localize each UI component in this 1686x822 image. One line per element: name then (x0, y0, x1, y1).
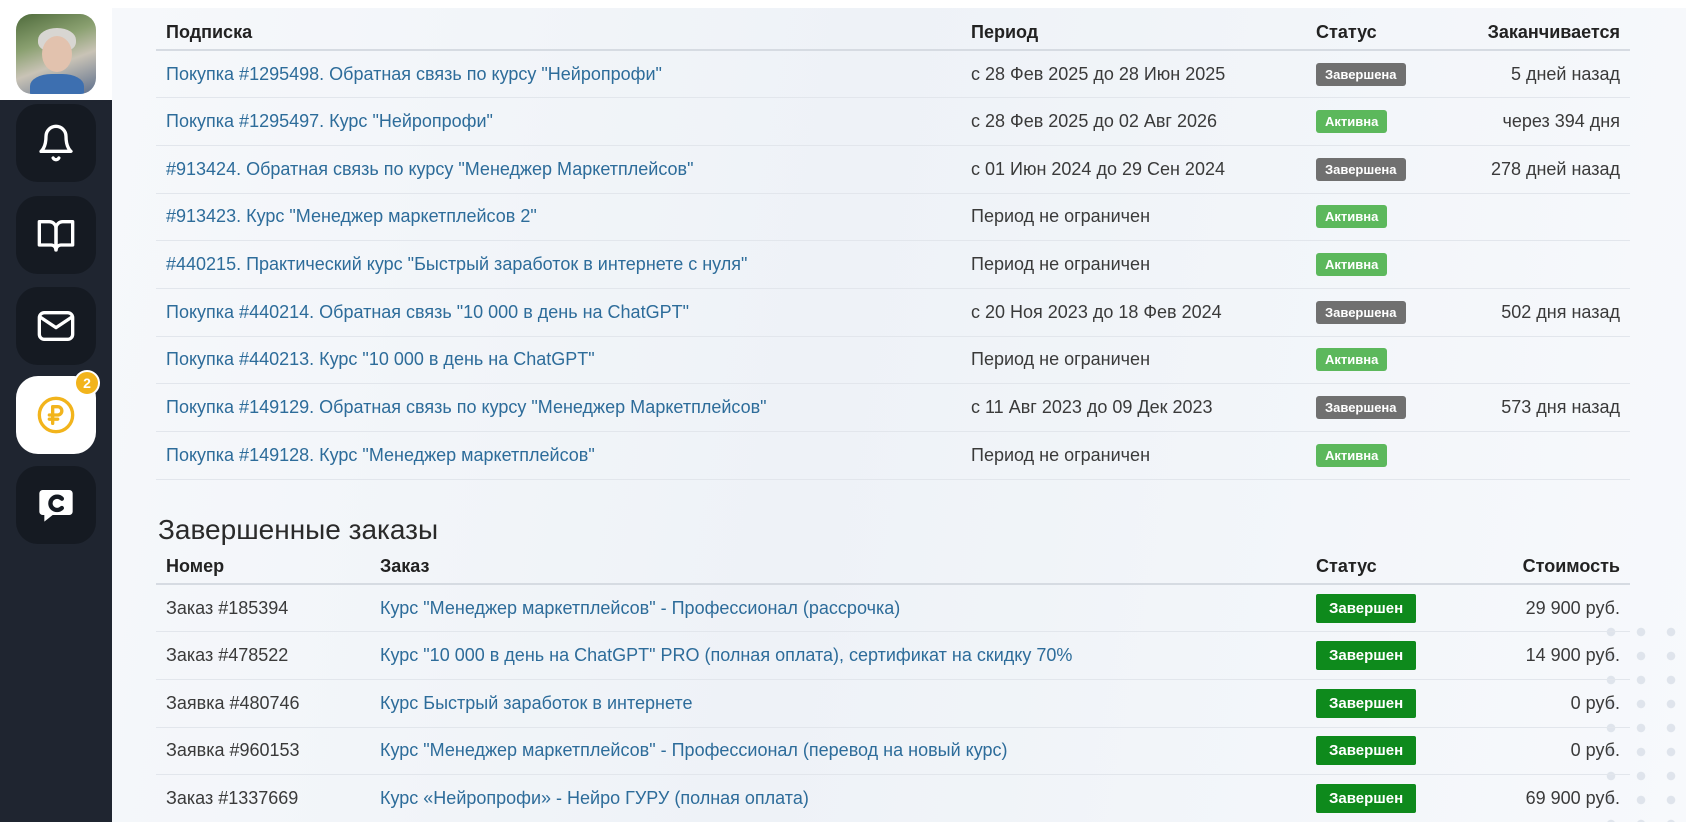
subscription-period: Период не ограничен (961, 336, 1306, 385)
table-row: Заявка #960153 Курс "Менеджер маркетплей… (156, 727, 1630, 776)
completed-orders-title: Завершенные заказы (158, 514, 439, 545)
order-number: Заявка #960153 (156, 727, 370, 776)
subscription-link[interactable]: Покупка #440214. Обратная связь "10 000 … (166, 302, 689, 322)
order-number: Заказ #1337669 (156, 774, 370, 822)
order-link[interactable]: Курс Быстрый заработок в интернете (380, 693, 692, 713)
subscription-period: с 28 Фев 2025 до 02 Авг 2026 (961, 97, 1306, 146)
order-number: Заказ #478522 (156, 631, 370, 680)
bell-icon (39, 124, 73, 162)
ruble-icon (37, 396, 75, 434)
table-row: #913423. Курс "Менеджер маркетплейсов 2"… (156, 193, 1630, 242)
column-header-order: Заказ (370, 550, 1306, 585)
subscription-ends: через 394 дня (1461, 97, 1630, 146)
status-badge: Активна (1316, 205, 1388, 229)
table-row: Покупка #440213. Курс "10 000 в день на … (156, 336, 1630, 385)
main-content: Подписка Период Статус Заканчивается Пок… (112, 0, 1686, 822)
order-link[interactable]: Курс "Менеджер маркетплейсов" - Професси… (380, 598, 900, 618)
sidebar: 2 (0, 0, 112, 822)
subscription-link[interactable]: #913423. Курс "Менеджер маркетплейсов 2" (166, 206, 537, 226)
table-row: Покупка #440214. Обратная связь "10 000 … (156, 288, 1630, 337)
status-badge: Завершена (1316, 157, 1406, 181)
subscription-ends: 5 дней назад (1461, 50, 1630, 99)
table-row: Покупка #1295497. Курс "Нейропрофи" с 28… (156, 97, 1630, 146)
sidebar-item-chat[interactable] (16, 466, 96, 544)
subscription-period: Период не ограничен (961, 240, 1306, 289)
table-header-row: Номер Заказ Статус Стоимость (156, 550, 1630, 585)
subscription-ends (1461, 336, 1630, 385)
status-badge: Завершена (1316, 300, 1406, 324)
order-cost: 0 руб. (1461, 727, 1630, 776)
subscription-ends (1461, 240, 1630, 289)
table-row: Заказ #185394 Курс "Менеджер маркетплейс… (156, 584, 1630, 633)
column-header-status: Статус (1306, 550, 1461, 585)
chat-logo-icon (39, 490, 73, 522)
column-header-cost: Стоимость (1461, 550, 1630, 585)
sidebar-item-notifications[interactable] (16, 104, 96, 182)
sidebar-item-courses[interactable] (16, 196, 96, 274)
table-row: Покупка #149128. Курс "Менеджер маркетпл… (156, 431, 1630, 480)
order-cost: 29 900 руб. (1461, 584, 1630, 633)
column-header-period: Период (961, 16, 1306, 51)
subscription-ends: 502 дня назад (1461, 288, 1630, 337)
status-badge: Завершен (1316, 593, 1417, 623)
order-link[interactable]: Курс «Нейропрофи» - Нейро ГУРУ (полная о… (380, 788, 809, 808)
subscription-link[interactable]: Покупка #149129. Обратная связь по курсу… (166, 397, 767, 417)
status-badge: Активна (1316, 348, 1388, 372)
table-row: Покупка #1295498. Обратная связь по курс… (156, 50, 1630, 99)
book-icon (37, 220, 75, 252)
table-row: Заказ #478522 Курс "10 000 в день на Cha… (156, 631, 1630, 680)
subscription-ends (1461, 431, 1630, 480)
subscription-period: Период не ограничен (961, 431, 1306, 480)
subscription-link[interactable]: Покупка #1295497. Курс "Нейропрофи" (166, 111, 493, 131)
order-cost: 0 руб. (1461, 679, 1630, 728)
column-header-subscription: Подписка (156, 16, 961, 51)
subscription-link[interactable]: #440215. Практический курс "Быстрый зара… (166, 254, 747, 274)
status-badge: Завершен (1316, 641, 1417, 671)
subscription-link[interactable]: Покупка #1295498. Обратная связь по курс… (166, 64, 662, 84)
status-badge: Завершена (1316, 396, 1406, 420)
subscription-period: с 28 Фев 2025 до 28 Июн 2025 (961, 50, 1306, 99)
status-badge: Активна (1316, 110, 1388, 134)
status-badge: Завершена (1316, 62, 1406, 86)
subscription-period: с 20 Ноя 2023 до 18 Фев 2024 (961, 288, 1306, 337)
subscription-ends (1461, 193, 1630, 242)
table-row: Покупка #149129. Обратная связь по курсу… (156, 383, 1630, 432)
subscription-period: с 01 Июн 2024 до 29 Сен 2024 (961, 145, 1306, 194)
column-header-status: Статус (1306, 16, 1461, 51)
status-badge: Активна (1316, 443, 1388, 467)
table-row: Заявка #480746 Курс Быстрый заработок в … (156, 679, 1630, 728)
status-badge: Активна (1316, 253, 1388, 277)
status-badge: Завершен (1316, 736, 1417, 766)
order-cost: 69 900 руб. (1461, 774, 1630, 822)
order-link[interactable]: Курс "Менеджер маркетплейсов" - Професси… (380, 740, 1008, 760)
table-header-row: Подписка Период Статус Заканчивается (156, 16, 1630, 51)
status-badge: Завершен (1316, 784, 1417, 814)
sidebar-item-messages[interactable] (16, 287, 96, 365)
completed-orders-table: Номер Заказ Статус Стоимость Заказ #1853… (156, 550, 1630, 822)
status-badge: Завершен (1316, 688, 1417, 718)
avatar[interactable] (16, 14, 96, 94)
subscription-link[interactable]: Покупка #149128. Курс "Менеджер маркетпл… (166, 445, 595, 465)
mail-icon (37, 311, 75, 341)
order-number: Заказ #185394 (156, 584, 370, 633)
order-number: Заявка #480746 (156, 679, 370, 728)
subscription-link[interactable]: Покупка #440213. Курс "10 000 в день на … (166, 349, 595, 369)
subscription-period: с 11 Авг 2023 до 09 Дек 2023 (961, 383, 1306, 432)
order-cost: 14 900 руб. (1461, 631, 1630, 680)
table-row: #913424. Обратная связь по курсу "Менедж… (156, 145, 1630, 194)
order-link[interactable]: Курс "10 000 в день на ChatGPT" PRO (пол… (380, 645, 1072, 665)
subscription-ends: 278 дней назад (1461, 145, 1630, 194)
subscription-ends: 573 дня назад (1461, 383, 1630, 432)
subscriptions-table: Подписка Период Статус Заканчивается Пок… (156, 16, 1630, 480)
column-header-number: Номер (156, 550, 370, 585)
table-row: Заказ #1337669 Курс «Нейропрофи» - Нейро… (156, 774, 1630, 822)
subscription-period: Период не ограничен (961, 193, 1306, 242)
payments-badge: 2 (74, 370, 100, 396)
column-header-ends: Заканчивается (1461, 16, 1630, 51)
table-row: #440215. Практический курс "Быстрый зара… (156, 240, 1630, 289)
subscription-link[interactable]: #913424. Обратная связь по курсу "Менедж… (166, 159, 694, 179)
